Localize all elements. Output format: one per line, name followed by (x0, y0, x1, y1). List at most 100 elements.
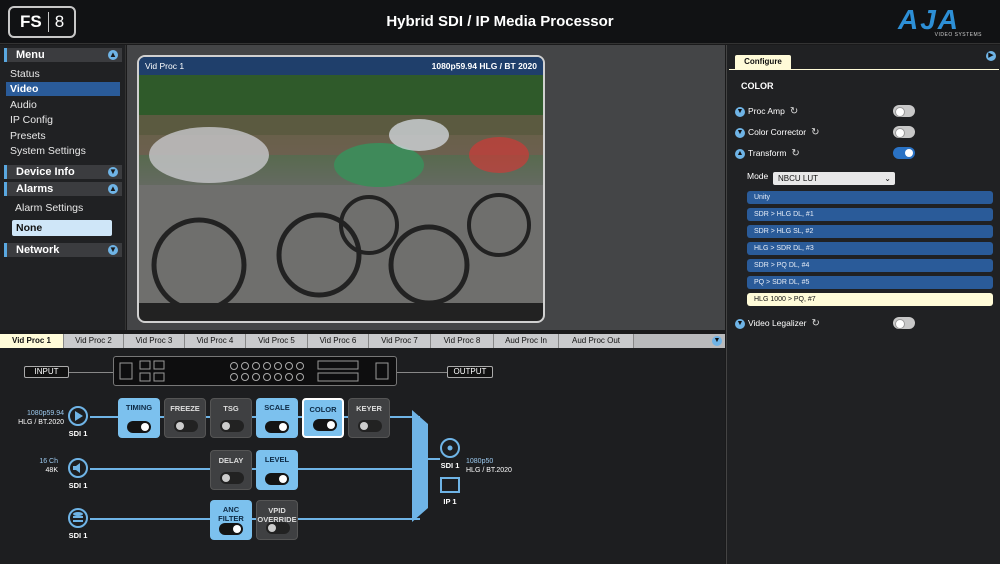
video-legalizer-row: ▼ Video Legalizer ↻ (735, 316, 995, 330)
timing-toggle[interactable] (127, 421, 151, 433)
freeze-toggle[interactable] (174, 420, 198, 432)
audio-rate: 48K (45, 467, 58, 474)
lut-option-selected[interactable]: HLG 1000 > PQ, #7 (747, 293, 993, 306)
mode-select-value: NBCU LUT (778, 174, 819, 183)
tab-vid-proc-5[interactable]: Vid Proc 5 (246, 334, 308, 348)
proc-amp-toggle[interactable] (893, 105, 915, 117)
chevron-down-icon[interactable]: ▼ (108, 245, 118, 255)
reset-icon[interactable]: ↻ (811, 317, 819, 331)
chevron-down-icon[interactable]: ▼ (108, 167, 118, 177)
sidebar: Menu ▲ Status Video Audio IP Config Pres… (0, 45, 126, 330)
lut-option[interactable]: SDR > HLG SL, #2 (747, 225, 993, 238)
timing-block[interactable]: TIMING (118, 398, 160, 438)
sdi-output-icon[interactable] (440, 438, 460, 458)
speaker-icon[interactable] (68, 458, 88, 478)
video-legalizer-toggle[interactable] (893, 317, 915, 329)
device-info-label: Device Info (16, 166, 75, 178)
proc-amp-row: ▼ Proc Amp ↻ (735, 104, 995, 118)
tab-aud-proc-out[interactable]: Aud Proc Out (559, 334, 634, 348)
sidebar-item-status[interactable]: Status (6, 67, 120, 81)
mode-select[interactable]: NBCU LUT ⌄ (773, 172, 895, 185)
keyer-block[interactable]: KEYER (348, 398, 390, 438)
color-block[interactable]: COLOR (302, 398, 344, 438)
scale-block[interactable]: SCALE (256, 398, 298, 438)
tab-vid-proc-2[interactable]: Vid Proc 2 (64, 334, 124, 348)
lut-option[interactable]: SDR > PQ DL, #4 (747, 259, 993, 272)
alarm-settings-label: Alarm Settings (15, 202, 84, 214)
chevron-down-icon[interactable]: ▼ (735, 127, 745, 138)
lut-option[interactable]: HLG > SDR DL, #3 (747, 242, 993, 255)
tab-vid-proc-3[interactable]: Vid Proc 3 (124, 334, 185, 348)
reset-icon[interactable]: ↻ (811, 126, 819, 140)
sdi-output-label: SDI 1 (440, 461, 460, 470)
transform-row: ▲ Transform ↻ (735, 146, 995, 160)
anc-filter-block[interactable]: ANC FILTER (210, 500, 252, 540)
sidebar-item-ip-config[interactable]: IP Config (6, 113, 120, 127)
vpid-override-toggle[interactable] (266, 522, 290, 534)
delay-toggle[interactable] (220, 472, 244, 484)
reset-icon[interactable]: ↻ (791, 147, 799, 161)
level-block[interactable]: LEVEL (256, 450, 298, 490)
audio-path-line (90, 468, 420, 470)
anc-filter-toggle[interactable] (219, 523, 243, 535)
tsg-toggle[interactable] (220, 420, 244, 432)
chevron-down-icon[interactable]: ▼ (735, 318, 745, 329)
transform-toggle[interactable] (893, 147, 915, 159)
chevron-right-icon[interactable]: ▶ (986, 51, 996, 61)
vpid-override-block[interactable]: VPID OVERRIDE (256, 500, 298, 540)
tab-vid-proc-8[interactable]: Vid Proc 8 (431, 334, 494, 348)
chevron-up-icon[interactable]: ▲ (108, 50, 118, 60)
chevron-down-icon[interactable]: ▼ (712, 336, 722, 346)
keyer-toggle[interactable] (358, 420, 382, 432)
color-label: COLOR (309, 405, 337, 414)
tab-vid-proc-4[interactable]: Vid Proc 4 (185, 334, 246, 348)
alarms-label: Alarms (16, 183, 54, 195)
sidebar-item-system-settings[interactable]: System Settings (6, 144, 120, 158)
video-legalizer-label: Video Legalizer (748, 318, 807, 328)
input-video-format: 1080p59.94 (27, 410, 64, 417)
device-rear-panel (113, 356, 397, 386)
timing-label: TIMING (125, 403, 153, 412)
sdi-input-video-icon[interactable] (68, 406, 88, 426)
lut-option[interactable]: SDR > HLG DL, #1 (747, 208, 993, 221)
output-video-format: 1080p50 (466, 458, 494, 465)
scale-toggle[interactable] (265, 421, 289, 433)
tab-vid-proc-7[interactable]: Vid Proc 7 (369, 334, 431, 348)
input-connector (69, 372, 113, 373)
preview-area: Vid Proc 1 1080p59.94 HLG / BT 2020 (127, 45, 725, 330)
keyer-label: KEYER (356, 404, 382, 413)
reset-icon[interactable]: ↻ (790, 105, 798, 119)
network-section-header[interactable]: Network ▼ (4, 243, 122, 257)
chevron-up-icon[interactable]: ▲ (108, 184, 118, 194)
color-toggle[interactable] (313, 419, 337, 431)
device-info-section-header[interactable]: Device Info ▼ (4, 165, 122, 179)
input-label: INPUT (24, 366, 69, 378)
delay-block[interactable]: DELAY (210, 450, 252, 490)
tab-vid-proc-1[interactable]: Vid Proc 1 (0, 334, 64, 348)
network-label: Network (16, 244, 60, 256)
level-toggle[interactable] (265, 473, 289, 485)
color-corrector-label: Color Corrector (748, 127, 807, 137)
sidebar-item-video[interactable]: Video (6, 82, 120, 96)
menu-section-header[interactable]: Menu ▲ (4, 48, 122, 62)
configure-panel: Configure ▶ COLOR ▼ Proc Amp ↻ ▼ Color Corr… (726, 45, 1000, 564)
alarms-section-header[interactable]: Alarms ▲ (4, 182, 122, 196)
tab-vid-proc-6[interactable]: Vid Proc 6 (308, 334, 369, 348)
mode-label: Mode (747, 171, 769, 181)
tab-aud-proc-in[interactable]: Aud Proc In (494, 334, 559, 348)
database-icon[interactable] (68, 508, 88, 528)
lut-option[interactable]: Unity (747, 191, 993, 204)
freeze-block[interactable]: FREEZE (164, 398, 206, 438)
sidebar-item-audio[interactable]: Audio (6, 98, 120, 112)
tab-configure[interactable]: Configure (735, 55, 791, 69)
tsg-block[interactable]: TSG (210, 398, 252, 438)
video-preview-image (139, 75, 543, 303)
chevron-up-icon[interactable]: ▲ (735, 148, 745, 159)
ip-output-icon[interactable] (440, 477, 460, 493)
lut-option[interactable]: PQ > SDR DL, #5 (747, 276, 993, 289)
audio-channels: 16 Ch (39, 458, 58, 465)
chevron-down-icon[interactable]: ▼ (735, 106, 745, 117)
color-corrector-toggle[interactable] (893, 126, 915, 138)
sidebar-item-presets[interactable]: Presets (6, 129, 120, 143)
aja-logo: AJA VIDEO SYSTEMS (898, 6, 982, 39)
